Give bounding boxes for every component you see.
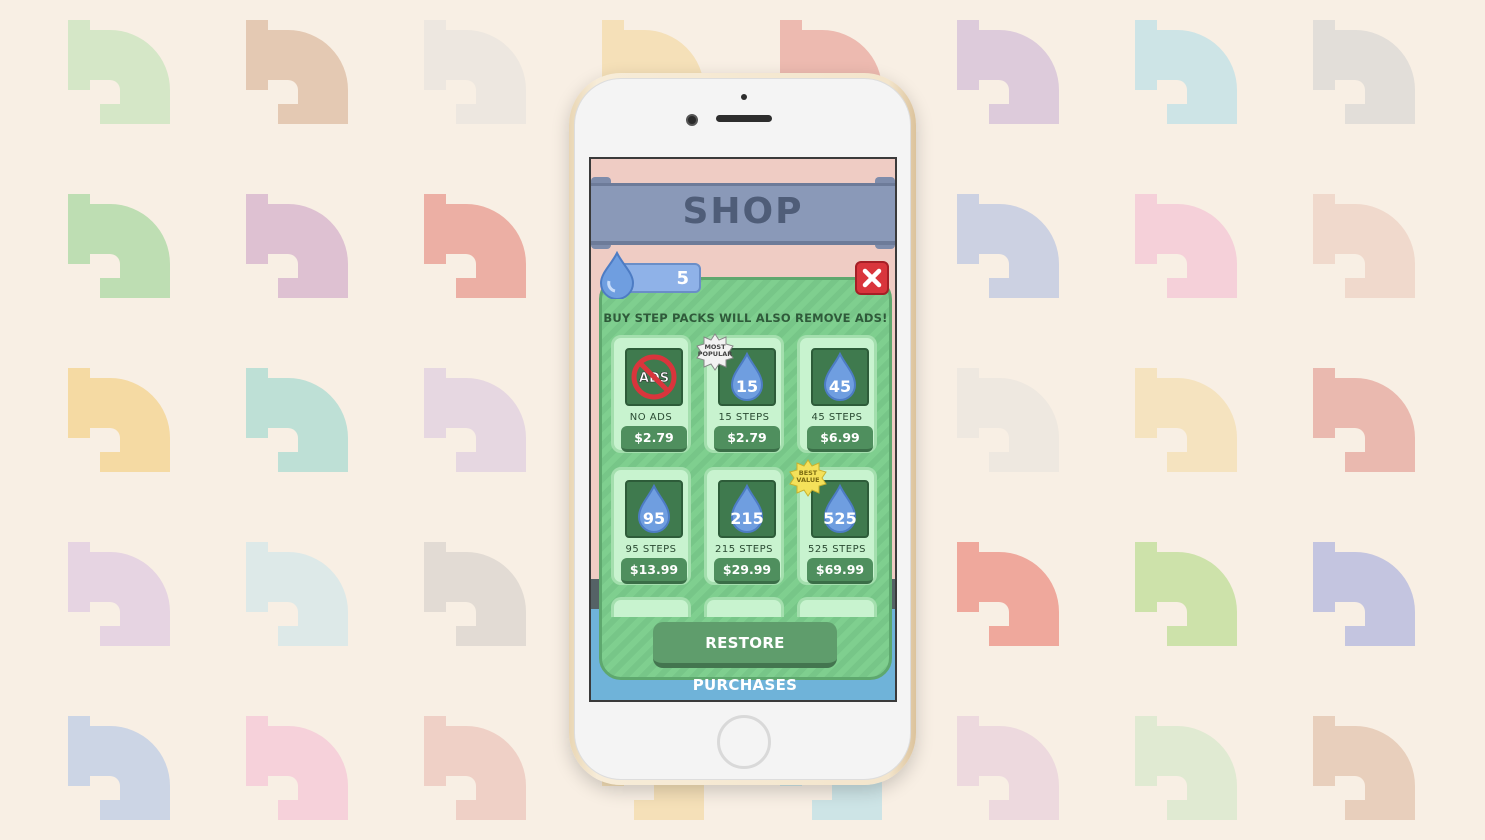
no-ads-icon: ADS <box>631 354 677 400</box>
product-card-95-steps[interactable]: 95 95 STEPS $13.99 <box>611 467 691 585</box>
product-tile: ADS <box>625 348 683 406</box>
product-card-215-steps[interactable]: 215 215 STEPS $29.99 <box>704 467 784 585</box>
product-card-no-ads[interactable]: ADS NO ADS $2.79 <box>611 335 691 453</box>
best-value-badge: BEST VALUE <box>789 459 827 497</box>
close-icon <box>862 268 882 288</box>
product-card-45-steps[interactable]: 45 45 STEPS $6.99 <box>797 335 877 453</box>
drop-amount: 525 <box>823 509 857 528</box>
drop-amount: 15 <box>735 377 759 396</box>
product-label: 45 STEPS <box>811 412 863 423</box>
product-label: 525 STEPS <box>808 544 866 555</box>
buy-215-steps-button[interactable]: $29.99 <box>714 558 780 584</box>
product-card-partial[interactable] <box>611 597 691 617</box>
buy-no-ads-button[interactable]: $2.79 <box>621 426 687 452</box>
product-label: 95 STEPS <box>625 544 677 555</box>
product-tile: 215 <box>718 480 776 538</box>
drop-amount: 95 <box>642 509 666 528</box>
game-screen: SHOP 5 BUY STEP PACKS WILL ALSO REMOVE A… <box>589 157 897 702</box>
buy-525-steps-button[interactable]: $69.99 <box>807 558 873 584</box>
steps-balance-value: 5 <box>676 268 689 289</box>
proximity-sensor <box>741 94 747 100</box>
remove-ads-notice: BUY STEP PACKS WILL ALSO REMOVE ADS! <box>603 311 888 325</box>
product-tile: 45 <box>811 348 869 406</box>
product-card-partial[interactable] <box>797 597 877 617</box>
close-button[interactable] <box>855 261 889 295</box>
product-tile: 95 <box>625 480 683 538</box>
front-camera <box>686 114 698 126</box>
buy-45-steps-button[interactable]: $6.99 <box>807 426 873 452</box>
buy-95-steps-button[interactable]: $13.99 <box>621 558 687 584</box>
buy-15-steps-button[interactable]: $2.79 <box>714 426 780 452</box>
badge-text-line2: VALUE <box>796 476 820 484</box>
product-label: NO ADS <box>629 412 673 423</box>
product-card-partial[interactable] <box>704 597 784 617</box>
product-label: 15 STEPS <box>718 412 770 423</box>
product-label: 215 STEPS <box>715 544 773 555</box>
most-popular-badge: MOST POPULAR <box>696 333 734 371</box>
badge-text-line2: POPULAR <box>697 350 733 358</box>
water-drop-icon <box>599 251 635 299</box>
restore-purchases-button[interactable]: RESTORE PURCHASES <box>653 622 837 694</box>
drop-amount: 45 <box>828 377 852 396</box>
page-title: SHOP <box>682 191 804 232</box>
drop-amount: 215 <box>730 509 764 528</box>
home-button[interactable] <box>717 715 771 769</box>
earpiece-speaker <box>716 115 772 122</box>
